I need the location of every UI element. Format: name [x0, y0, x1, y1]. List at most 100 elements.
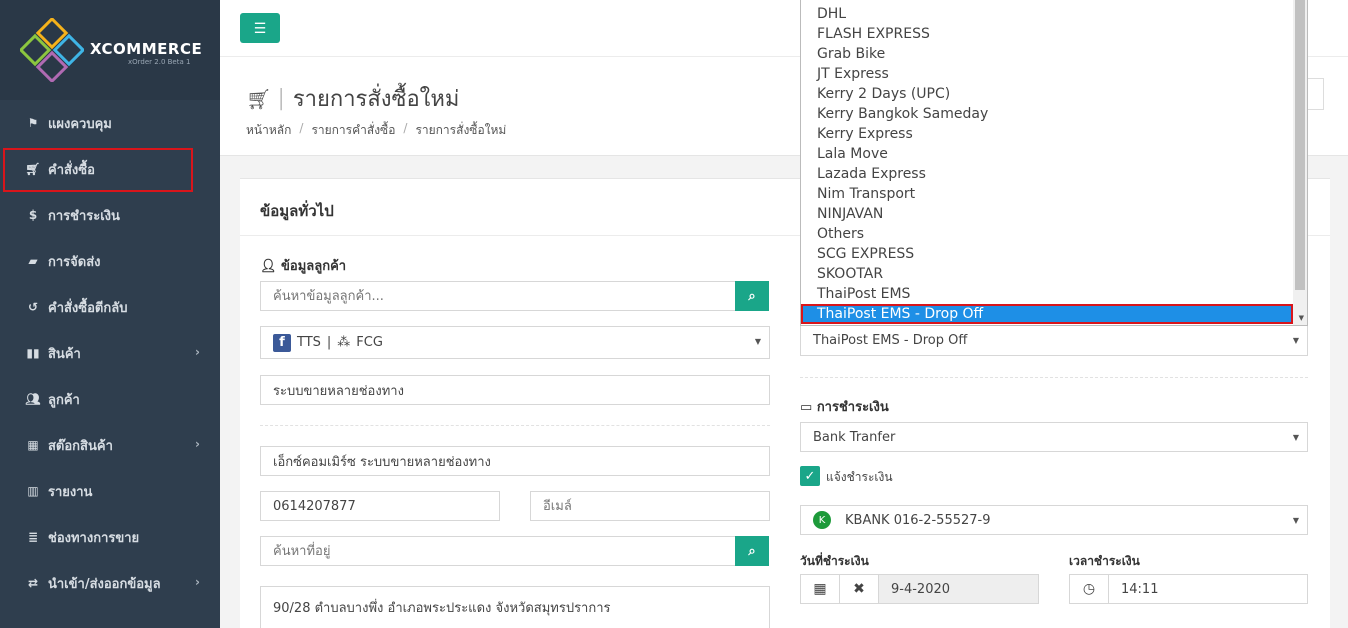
- breadcrumb-current: รายการสั่งซื้อใหม่: [415, 123, 507, 137]
- payment-date-field[interactable]: 9-4-2020: [878, 574, 1039, 604]
- channel-select[interactable]: f TTS | ⁂ FCG ▼: [260, 326, 770, 359]
- shipping-selected-value: ThaiPost EMS - Drop Off: [813, 333, 968, 348]
- facebook-icon: f: [273, 333, 291, 352]
- sidebar-item-orders[interactable]: 🛒︎ คำสั่งซื้อ: [0, 146, 220, 192]
- shipping-option[interactable]: Lala Move: [801, 144, 1307, 164]
- clear-date-button[interactable]: ✖: [839, 574, 879, 604]
- payment-method-value: Bank Tranfer: [813, 429, 896, 445]
- chevron-right-icon: ›: [195, 437, 200, 451]
- customer-label: 👤︎ ข้อมูลลูกค้า: [260, 255, 346, 276]
- sidebar-item-import-export[interactable]: ⇄ นำเข้า/ส่งออกข้อมูล ›: [0, 560, 220, 606]
- shipping-option[interactable]: Kerry 2 Days (UPC): [801, 84, 1307, 104]
- calendar-icon: ▦: [813, 581, 827, 597]
- scrollbar-thumb[interactable]: [1295, 0, 1305, 290]
- chevron-right-icon: ›: [195, 345, 200, 359]
- exchange-icon: ⇄: [27, 576, 39, 590]
- shipping-option[interactable]: DHL: [801, 4, 1307, 24]
- sidebar-item-payment[interactable]: $ การชำระเงิน: [0, 192, 220, 238]
- check-icon: ✓: [804, 468, 816, 484]
- shipping-option[interactable]: ThaiPost EMS: [801, 284, 1307, 304]
- sidebar-menu: ⚑ แผงควบคุม 🛒︎ คำสั่งซื้อ $ การชำระเงิน ▰ กา…: [0, 100, 220, 606]
- breadcrumb-separator: /: [403, 121, 408, 135]
- sidebar-item-returns[interactable]: ↺ คำสั่งซื้อตีกลับ: [0, 284, 220, 330]
- shipping-option[interactable]: Kerry Bangkok Sameday: [801, 104, 1307, 124]
- sidebar-item-label: ลูกค้า: [48, 392, 80, 408]
- sidebar-item-label: สินค้า: [48, 346, 81, 362]
- brand-sub: xOrder 2.0 Beta 1: [128, 58, 191, 66]
- channel-separator: |: [326, 335, 332, 350]
- address-search-input[interactable]: [260, 536, 736, 566]
- payment-time-label: เวลาชำระเงิน: [1069, 554, 1140, 568]
- dropdown-scrollbar[interactable]: ▼: [1293, 0, 1307, 325]
- shipping-option[interactable]: Others: [801, 224, 1307, 244]
- panel-title: ข้อมูลทั่วไป: [260, 202, 334, 220]
- clock-icon: ◷: [1082, 581, 1096, 597]
- customer-search-input[interactable]: [260, 281, 736, 311]
- sidebar-item-customers[interactable]: 👥︎ ลูกค้า: [0, 376, 220, 422]
- scroll-down-icon[interactable]: ▼: [1299, 314, 1304, 322]
- flag-icon: ⚑: [27, 116, 39, 130]
- sidebar-item-label: สต๊อกสินค้า: [48, 438, 113, 454]
- section-divider: [800, 377, 1308, 378]
- cubes-icon: ⁂: [337, 335, 351, 350]
- customer-search-button[interactable]: ⌕: [735, 281, 769, 311]
- xcommerce-logo-icon: [20, 18, 84, 82]
- payment-method-select[interactable]: Bank Tranfer ▼: [800, 422, 1308, 452]
- caret-down-icon: ▼: [754, 337, 761, 346]
- shipping-option[interactable]: SCG EXPRESS: [801, 244, 1307, 264]
- payment-time-field[interactable]: 14:11: [1108, 574, 1308, 604]
- sidebar-item-dashboard[interactable]: ⚑ แผงควบคุม: [0, 100, 220, 146]
- shipping-option[interactable]: FLASH EXPRESS: [801, 24, 1307, 44]
- shipping-option[interactable]: SKOOTAR: [801, 264, 1307, 284]
- undo-icon: ↺: [27, 300, 39, 314]
- sidebar-item-stock[interactable]: ▦ สต๊อกสินค้า ›: [0, 422, 220, 468]
- address-search-button[interactable]: ⌕: [735, 536, 769, 566]
- sidebar-item-shipping[interactable]: ▰ การจัดส่ง: [0, 238, 220, 284]
- clock-button[interactable]: ◷: [1069, 574, 1109, 604]
- sales-channel-field[interactable]: ระบบขายหลายช่องทาง: [260, 375, 770, 405]
- shipping-option[interactable]: Lazada Express: [801, 164, 1307, 184]
- users-icon: 👥︎: [25, 392, 41, 406]
- search-icon: ⌕: [748, 543, 756, 559]
- brand-name: XCOMMERCE: [90, 40, 203, 58]
- breadcrumb: หน้าหลัก / รายการคำสั่งซื้อ / รายการสั่ง…: [246, 121, 506, 140]
- shipping-option[interactable]: JT Express: [801, 64, 1307, 84]
- caret-down-icon: ▼: [1292, 516, 1299, 525]
- server-icon: ≣: [27, 530, 39, 544]
- customer-name-field[interactable]: เอ็กซ์คอมเมิร์ซ ระบบขายหลายช่องทาง: [260, 446, 770, 476]
- search-icon: ⌕: [748, 288, 756, 304]
- breadcrumb-home[interactable]: หน้าหลัก: [246, 121, 291, 140]
- truck-icon: ▰: [28, 254, 38, 268]
- sidebar-item-products[interactable]: ▮▮ สินค้า ›: [0, 330, 220, 376]
- sidebar-toggle-button[interactable]: ☰: [240, 13, 280, 43]
- calendar-button[interactable]: ▦: [800, 574, 840, 604]
- menu-icon: ☰: [253, 19, 267, 36]
- shipping-option-selected[interactable]: ThaiPost EMS - Drop Off: [801, 304, 1293, 324]
- shipping-option[interactable]: NINJAVAN: [801, 204, 1307, 224]
- payment-label: ▭ การชำระเงิน: [800, 396, 889, 417]
- cubes-icon: ▦: [27, 438, 39, 452]
- cart-icon: 🛒︎: [246, 86, 272, 111]
- title-separator: |: [277, 86, 285, 111]
- dollar-icon: $: [28, 208, 38, 222]
- notify-payment-checkbox[interactable]: ✓: [800, 466, 820, 486]
- bank-account-select[interactable]: K KBANK 016-2-55527-9 ▼: [800, 505, 1308, 535]
- sidebar-item-reports[interactable]: ▥ รายงาน: [0, 468, 220, 514]
- sidebar-item-label: คำสั่งซื้อตีกลับ: [48, 300, 128, 316]
- sidebar-item-label: การชำระเงิน: [48, 208, 120, 224]
- sidebar-item-label: คำสั่งซื้อ: [48, 162, 95, 178]
- sidebar-item-label: รายงาน: [48, 484, 93, 500]
- breadcrumb-orders[interactable]: รายการคำสั่งซื้อ: [311, 121, 395, 140]
- payment-label-text: การชำระเงิน: [816, 400, 889, 415]
- shipping-select[interactable]: ThaiPost EMS - Drop Off ▼: [800, 325, 1308, 356]
- page-title: 🛒︎ | รายการสั่งซื้อใหม่: [246, 81, 459, 116]
- breadcrumb-separator: /: [299, 121, 304, 135]
- shipping-option[interactable]: Nim Transport: [801, 184, 1307, 204]
- address-textarea[interactable]: 90/28 ตำบลบางพึ่ง อำเภอพระประแดง จังหวัด…: [260, 586, 770, 628]
- sidebar-item-sales-channels[interactable]: ≣ ช่องทางการขาย: [0, 514, 220, 560]
- shipping-option[interactable]: Grab Bike: [801, 44, 1307, 64]
- shipping-option[interactable]: Kerry Express: [801, 124, 1307, 144]
- phone-field[interactable]: 0614207877: [260, 491, 500, 521]
- email-field[interactable]: [530, 491, 770, 521]
- shipping-dropdown-list[interactable]: DHL FLASH EXPRESS Grab Bike JT Express K…: [800, 0, 1308, 326]
